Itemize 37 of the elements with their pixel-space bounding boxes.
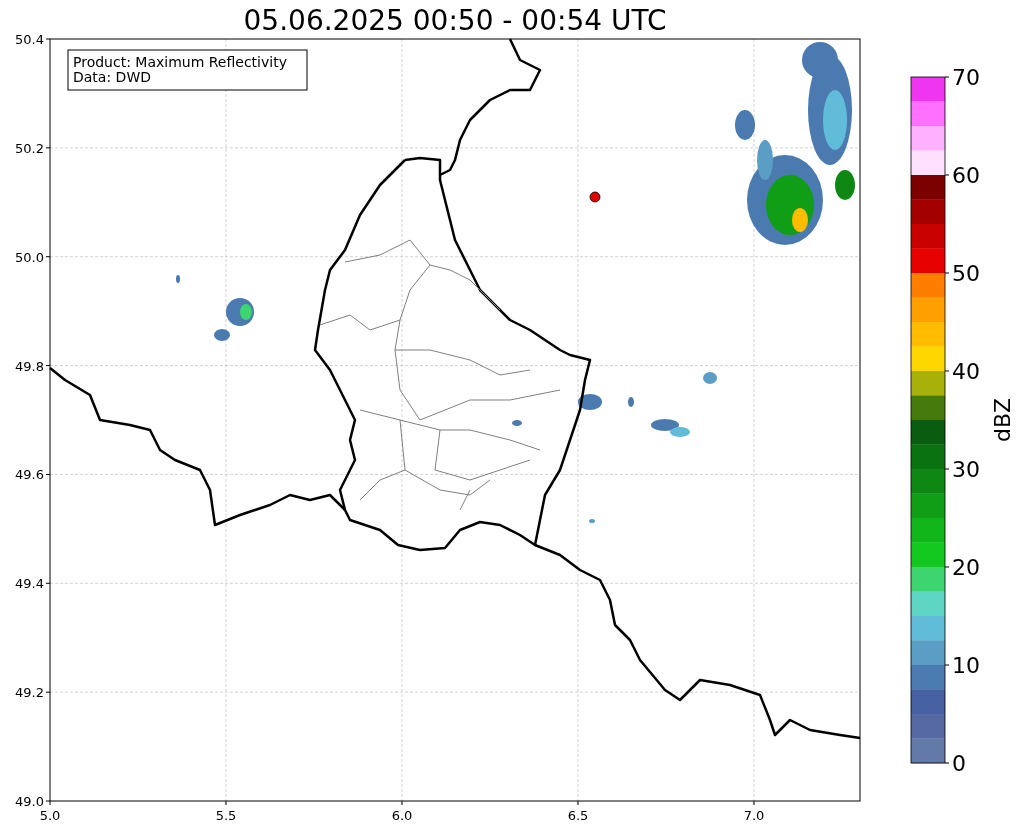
y-tick-label: 49.8 bbox=[15, 358, 44, 374]
colorbar-tick-label: 50 bbox=[952, 261, 980, 286]
colorbar-tick-label: 0 bbox=[952, 751, 966, 776]
info-text: Product: Maximum Reflectivity bbox=[73, 54, 287, 70]
y-tick-label: 49.0 bbox=[15, 794, 44, 809]
y-tick-label: 50.2 bbox=[15, 140, 44, 156]
radar-echo bbox=[651, 419, 679, 431]
radar-echo bbox=[703, 372, 717, 384]
radar-echo bbox=[589, 519, 595, 523]
colorbar-tick-label: 60 bbox=[952, 163, 980, 188]
radar-echo bbox=[512, 420, 522, 426]
y-tick-label: 50.0 bbox=[15, 249, 44, 265]
radar-echo bbox=[670, 427, 690, 437]
radar-echo bbox=[835, 170, 855, 200]
colorbar-tick-label: 70 bbox=[952, 65, 980, 90]
colorbar-tick-label: 20 bbox=[952, 555, 980, 580]
colorbar-tick-label: 30 bbox=[952, 457, 980, 482]
y-tick-label: 49.2 bbox=[15, 685, 44, 701]
colorbar-tick-label: 10 bbox=[952, 653, 980, 678]
info-text: Data: DWD bbox=[73, 69, 151, 85]
x-tick-label: 7.0 bbox=[743, 808, 765, 823]
x-tick-label: 5.0 bbox=[39, 808, 61, 823]
y-tick-label: 49.4 bbox=[15, 576, 44, 592]
colorbar-tick-label: 40 bbox=[952, 359, 980, 384]
x-tick-label: 6.0 bbox=[391, 808, 413, 823]
radar-echo bbox=[176, 275, 180, 283]
colorbar-label: dBZ bbox=[990, 397, 1015, 443]
location-marker bbox=[589, 191, 601, 203]
y-tick-label: 49.6 bbox=[15, 467, 44, 483]
radar-echo bbox=[735, 110, 755, 140]
x-tick-label: 6.5 bbox=[567, 808, 589, 823]
radar-echo bbox=[628, 397, 634, 407]
y-tick-label: 50.4 bbox=[15, 32, 44, 47]
x-tick-label: 5.5 bbox=[215, 808, 237, 823]
chart-title: 05.06.2025 00:50 - 00:54 UTC bbox=[243, 4, 667, 37]
radar-echo bbox=[578, 394, 602, 410]
radar-echo bbox=[214, 329, 230, 341]
